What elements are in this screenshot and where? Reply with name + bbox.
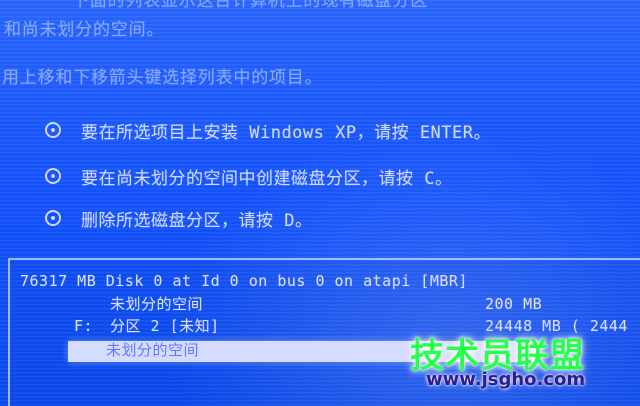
partition-size: 24448 MB ( 2444 bbox=[485, 317, 628, 335]
bullet-icon bbox=[45, 210, 61, 226]
partition-row-unallocated-200mb[interactable]: 未划分的空间 200 MB bbox=[20, 295, 640, 313]
selected-partition-label: 未划分的空间 bbox=[106, 341, 200, 359]
partition-label: 未划分的空间 bbox=[110, 295, 204, 313]
option-install-text: 要在所选项目上安装 Windows XP，请按 ENTER。 bbox=[81, 122, 491, 143]
partition-row-selected-unallocated[interactable]: 未划分的空间 bbox=[68, 341, 538, 362]
partition-list-description-top: 下面的列表显示这台计算机上的现有磁盘分区 bbox=[72, 0, 428, 11]
option-create-text: 要在尚未划分的空间中创建磁盘分区，请按 C。 bbox=[81, 168, 453, 189]
navigation-instruction: 用上移和下移箭头键选择列表中的项目。 bbox=[2, 68, 323, 88]
drive-letter: F: bbox=[74, 317, 94, 335]
bullet-icon bbox=[45, 168, 61, 184]
partition-row-f[interactable]: F: 分区 2 [未知] 24448 MB ( 2444 bbox=[20, 317, 640, 335]
partition-list-description: 和尚未划分的空间。 bbox=[4, 20, 165, 40]
disk-header-row: 76317 MB Disk 0 at Id 0 on bus 0 on atap… bbox=[20, 272, 468, 290]
option-install-selected: 要在所选项目上安装 Windows XP，请按 ENTER。 bbox=[45, 116, 585, 144]
option-delete-partition: 删除所选磁盘分区，请按 D。 bbox=[45, 204, 585, 232]
partition-label: 分区 2 [未知] bbox=[110, 317, 220, 335]
option-create-partition: 要在尚未划分的空间中创建磁盘分区，请按 C。 bbox=[45, 162, 585, 190]
partition-size: 200 MB bbox=[485, 295, 543, 313]
bullet-icon bbox=[45, 122, 61, 138]
partition-list-panel[interactable]: 76317 MB Disk 0 at Id 0 on bus 0 on atap… bbox=[8, 258, 640, 406]
setup-screen: 下面的列表显示这台计算机上的现有磁盘分区 和尚未划分的空间。 用上移和下移箭头键… bbox=[0, 0, 640, 406]
option-delete-text: 删除所选磁盘分区，请按 D。 bbox=[81, 210, 313, 231]
